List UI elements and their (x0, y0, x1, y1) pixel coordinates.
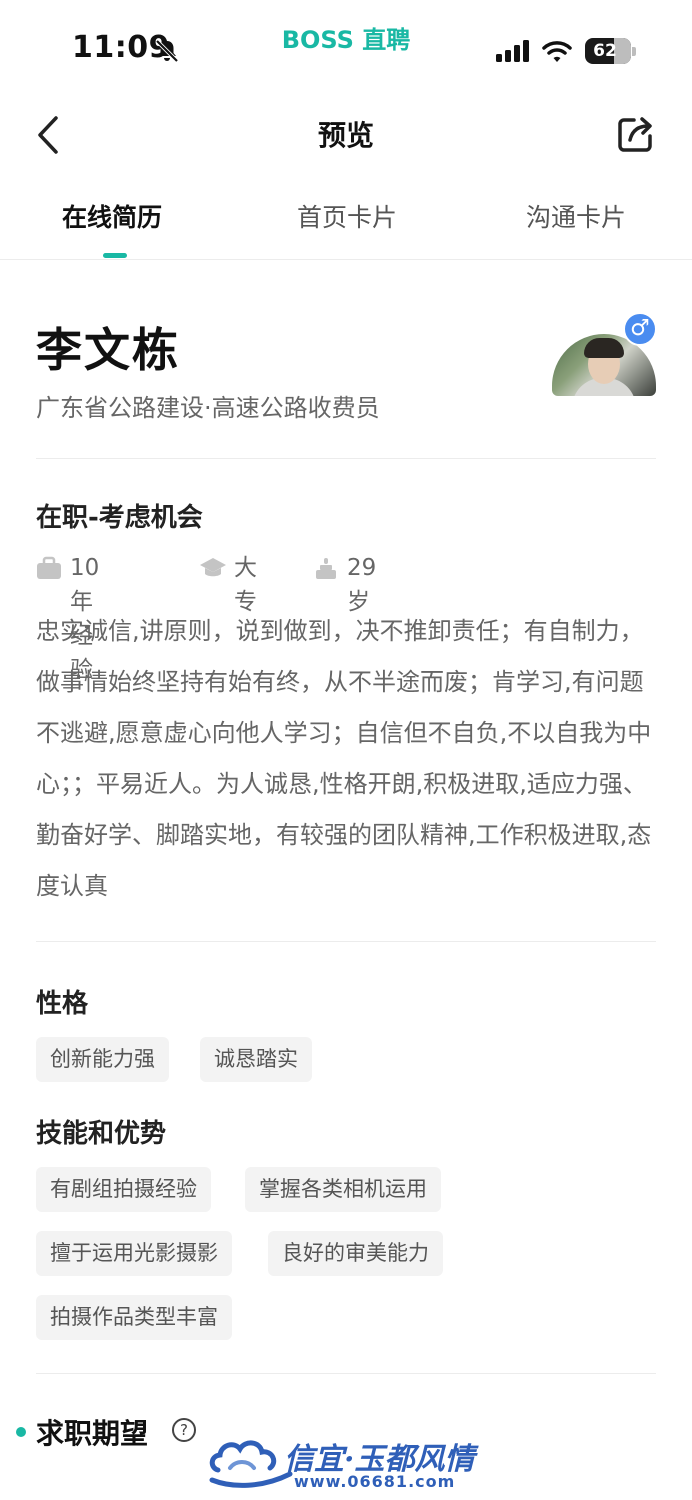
section-marker-dot (16, 1427, 26, 1437)
avatar-hair (584, 338, 624, 358)
tab-active-indicator (103, 253, 127, 258)
help-icon[interactable]: ? (172, 1418, 196, 1442)
nav-bar: 预览 (0, 100, 692, 170)
education-value: 大专 (234, 555, 257, 615)
share-icon[interactable] (614, 112, 658, 156)
skill-tag: 擅于运用光影摄影 (36, 1231, 232, 1276)
age-value: 29岁 (347, 555, 377, 615)
tab-home-card[interactable]: 首页卡片 (297, 198, 397, 234)
divider (36, 941, 656, 942)
tab-online-resume[interactable]: 在线简历 (62, 198, 162, 234)
battery-icon: 62 (585, 38, 636, 64)
birthday-cake-icon (316, 558, 336, 579)
skill-tag: 良好的审美能力 (268, 1231, 443, 1276)
job-expectation-title: 求职期望 (36, 1417, 149, 1450)
skill-tag: 掌握各类相机运用 (245, 1167, 441, 1212)
personality-tag: 创新能力强 (36, 1037, 169, 1082)
battery-body: 62 (585, 38, 631, 64)
wifi-icon (542, 41, 572, 62)
battery-level: 62 (593, 41, 617, 61)
experience-value: 10年经验 (70, 555, 100, 683)
watermark: 信宜·玉都风情 www.06681.com (208, 1430, 488, 1494)
status-bar: 11:09 BOSS 直聘 62 (0, 0, 692, 100)
divider (36, 1373, 656, 1374)
candidate-name: 李文栋 (36, 323, 180, 377)
graduation-cap-icon (200, 558, 226, 577)
personality-title: 性格 (36, 989, 89, 1019)
tab-bar: 在线简历 首页卡片 沟通卡片 (0, 188, 692, 260)
watermark-url: www.06681.com (294, 1472, 456, 1491)
briefcase-icon (37, 556, 61, 579)
page-title: 预览 (317, 119, 374, 152)
skill-tag: 有剧组拍摄经验 (36, 1167, 211, 1212)
self-introduction: 忠实诚信,讲原则，说到做到，决不推卸责任；有自制力，做事情始终坚持有始有终，从不… (36, 617, 652, 900)
male-icon: ♂ (623, 312, 657, 346)
signal-icon (496, 40, 529, 62)
skills-title: 技能和优势 (36, 1119, 167, 1149)
battery-tip (632, 47, 636, 56)
personality-tag: 诚恳踏实 (200, 1037, 312, 1082)
cloud-logo-icon (209, 1440, 293, 1488)
job-status-title: 在职-考虑机会 (36, 503, 203, 533)
divider (36, 458, 656, 459)
skill-tag: 拍摄作品类型丰富 (36, 1295, 232, 1340)
candidate-subtitle: 广东省公路建设·高速公路收费员 (36, 394, 380, 422)
tab-chat-card[interactable]: 沟通卡片 (526, 198, 626, 234)
